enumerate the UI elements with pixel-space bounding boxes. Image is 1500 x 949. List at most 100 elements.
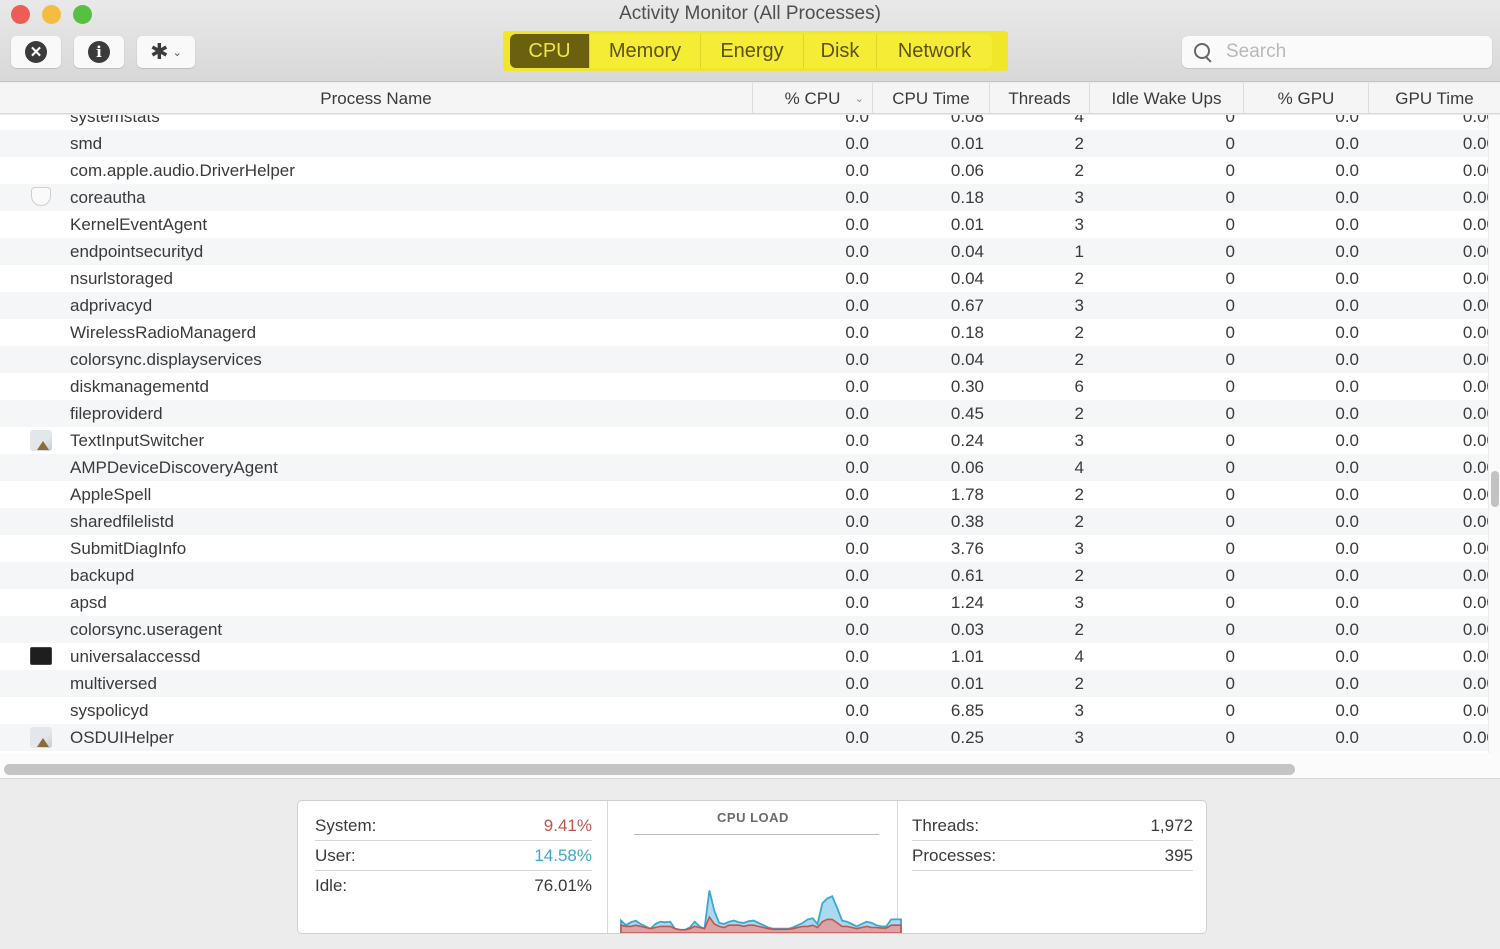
- process-name-cell: smd: [0, 130, 753, 157]
- threads-cell: 3: [1074, 214, 1084, 234]
- idle-wake-ups-cell: 0: [1225, 484, 1235, 504]
- search-input[interactable]: [1226, 41, 1476, 63]
- cpu-time-cell: 0.30: [950, 376, 984, 396]
- cpu-cell: 0.0: [845, 403, 869, 423]
- gpu-time-cell: 0.00: [1369, 157, 1488, 184]
- cpu-load-title: CPU LOAD: [717, 810, 789, 825]
- process-name: OSDUIHelper: [70, 727, 174, 747]
- column-header-gpu[interactable]: % GPU: [1244, 83, 1369, 114]
- column-header-threads[interactable]: Threads: [990, 83, 1090, 114]
- gpu-time-value: 0.00: [1462, 160, 1488, 180]
- threads-cell: 2: [1074, 133, 1084, 153]
- process-row[interactable]: systemstats 0.0 0.08 4 0 0.0 0.00: [0, 115, 1488, 130]
- column-header-cpu[interactable]: % CPU ⌄: [753, 83, 873, 114]
- process-row[interactable]: diskmanagementd 0.0 0.30 6 0 0.0 0.00: [0, 373, 1488, 400]
- process-name: SubmitDiagInfo: [70, 538, 187, 558]
- gpu-time-cell: 0.00: [1369, 373, 1488, 400]
- inspect-process-button[interactable]: i: [74, 36, 124, 68]
- process-row[interactable]: universalaccessd 0.0 1.01 4 0 0.0 0.00: [0, 643, 1488, 670]
- cpu-time-cell: 0.24: [950, 430, 984, 450]
- process-row[interactable]: multiversed 0.0 0.01 2 0 0.0 0.00: [0, 670, 1488, 697]
- process-row[interactable]: coreautha 0.0 0.18 3 0 0.0 0.00: [0, 184, 1488, 211]
- process-name-cell: colorsync.useragent: [0, 616, 753, 643]
- process-row[interactable]: adprivacyd 0.0 0.67 3 0 0.0 0.00: [0, 292, 1488, 319]
- tab-network[interactable]: Network: [877, 34, 992, 68]
- idle-wake-ups-cell: 0: [1225, 376, 1235, 396]
- cpu-cell: 0.0: [845, 457, 869, 477]
- shield-icon: [31, 187, 51, 206]
- gear-icon: ✱: [150, 39, 169, 64]
- idle-wake-ups-cell: 0: [1225, 295, 1235, 315]
- cpu-cell: 0.0: [845, 727, 869, 747]
- gpu-time-value: 0.00: [1462, 538, 1488, 558]
- vertical-scrollbar[interactable]: [1488, 115, 1500, 753]
- gpu-cell: 0.0: [1335, 430, 1359, 450]
- cpu-time-cell: 0.01: [950, 673, 984, 693]
- process-row[interactable]: sharedfilelistd 0.0 0.38 2 0 0.0 0.00: [0, 508, 1488, 535]
- chevron-down-icon: ⌄: [172, 46, 182, 59]
- cpu-time-cell: 0.06: [950, 457, 984, 477]
- gpu-time-cell: 0.00: [1369, 211, 1488, 238]
- process-row[interactable]: backupd 0.0 0.61 2 0 0.0 0.00: [0, 562, 1488, 589]
- process-row[interactable]: AMPDeviceDiscoveryAgent 0.0 0.06 4 0 0.0…: [0, 454, 1488, 481]
- cpu-time-cell: 6.85: [950, 700, 984, 720]
- threads-cell: 2: [1074, 673, 1084, 693]
- process-row[interactable]: colorsync.displayservices 0.0 0.04 2 0 0…: [0, 346, 1488, 373]
- idle-wake-ups-cell: 0: [1225, 403, 1235, 423]
- process-row[interactable]: TextInputSwitcher 0.0 0.24 3 0 0.0 0.00: [0, 427, 1488, 454]
- process-row[interactable]: endpointsecurityd 0.0 0.04 1 0 0.0 0.00: [0, 238, 1488, 265]
- process-name-cell: systemstats: [0, 115, 753, 130]
- process-name: AMPDeviceDiscoveryAgent: [70, 457, 278, 477]
- gpu-cell: 0.0: [1335, 457, 1359, 477]
- gpu-cell: 0.0: [1335, 538, 1359, 558]
- column-header-idle-wake-ups[interactable]: Idle Wake Ups: [1090, 83, 1244, 114]
- process-row[interactable]: WirelessRadioManagerd 0.0 0.18 2 0 0.0 0…: [0, 319, 1488, 346]
- stop-process-button[interactable]: ✕: [11, 36, 61, 68]
- idle-stat: Idle: 76.01%: [315, 871, 592, 901]
- process-row[interactable]: OSDUIHelper 0.0 0.25 3 0 0.0 0.00: [0, 724, 1488, 751]
- threads-cell: 2: [1074, 268, 1084, 288]
- process-row[interactable]: SubmitDiagInfo 0.0 3.76 3 0 0.0 0.00: [0, 535, 1488, 562]
- horizontal-scrollbar[interactable]: [0, 753, 1500, 779]
- gpu-time-cell: 0.00: [1369, 562, 1488, 589]
- tab-disk[interactable]: Disk: [804, 34, 877, 68]
- gpu-time-value: 0.00: [1462, 565, 1488, 585]
- process-name: WirelessRadioManagerd: [70, 322, 257, 342]
- column-header-cpu-time[interactable]: CPU Time: [873, 83, 990, 114]
- process-name-cell: fileproviderd: [0, 400, 753, 427]
- tab-energy[interactable]: Energy: [701, 34, 804, 68]
- vertical-scroll-thumb[interactable]: [1491, 471, 1499, 507]
- idle-wake-ups-cell: 0: [1225, 349, 1235, 369]
- gpu-time-cell: 0.00: [1369, 319, 1488, 346]
- process-row[interactable]: AppleSpell 0.0 1.78 2 0 0.0 0.00: [0, 481, 1488, 508]
- process-row[interactable]: com.apple.audio.DriverHelper 0.0 0.06 2 …: [0, 157, 1488, 184]
- process-row[interactable]: nsurlstoraged 0.0 0.04 2 0 0.0 0.00: [0, 265, 1488, 292]
- gpu-time-value: 0.00: [1462, 322, 1488, 342]
- terminal-icon: [30, 647, 52, 665]
- tab-memory[interactable]: Memory: [590, 34, 701, 68]
- gpu-cell: 0.0: [1335, 241, 1359, 261]
- idle-value: 76.01%: [534, 876, 592, 895]
- search-icon: [1192, 41, 1214, 63]
- gpu-cell: 0.0: [1335, 295, 1359, 315]
- column-header-gpu-time[interactable]: GPU Time: [1369, 83, 1500, 114]
- threads-cell: 2: [1074, 322, 1084, 342]
- process-row[interactable]: fileproviderd 0.0 0.45 2 0 0.0 0.00: [0, 400, 1488, 427]
- search-field[interactable]: [1182, 36, 1492, 68]
- threads-value: 1,972: [1150, 815, 1193, 835]
- process-row[interactable]: KernelEventAgent 0.0 0.01 3 0 0.0 0.00: [0, 211, 1488, 238]
- action-menu-button[interactable]: ✱ ⌄: [137, 36, 195, 68]
- process-name-cell: coreautha: [0, 184, 753, 211]
- process-name-cell: SubmitDiagInfo: [0, 535, 753, 562]
- process-row[interactable]: colorsync.useragent 0.0 0.03 2 0 0.0 0.0…: [0, 616, 1488, 643]
- processes-value: 395: [1164, 845, 1193, 865]
- idle-wake-ups-cell: 0: [1225, 133, 1235, 153]
- threads-cell: 3: [1074, 700, 1084, 720]
- tab-cpu[interactable]: CPU: [510, 34, 590, 68]
- process-row[interactable]: apsd 0.0 1.24 3 0 0.0 0.00: [0, 589, 1488, 616]
- column-header-process-name[interactable]: Process Name: [0, 83, 753, 114]
- process-row[interactable]: smd 0.0 0.01 2 0 0.0 0.00: [0, 130, 1488, 157]
- gpu-time-cell: 0.00: [1369, 238, 1488, 265]
- process-row[interactable]: syspolicyd 0.0 6.85 3 0 0.0 0.00: [0, 697, 1488, 724]
- horizontal-scroll-thumb[interactable]: [4, 764, 1295, 775]
